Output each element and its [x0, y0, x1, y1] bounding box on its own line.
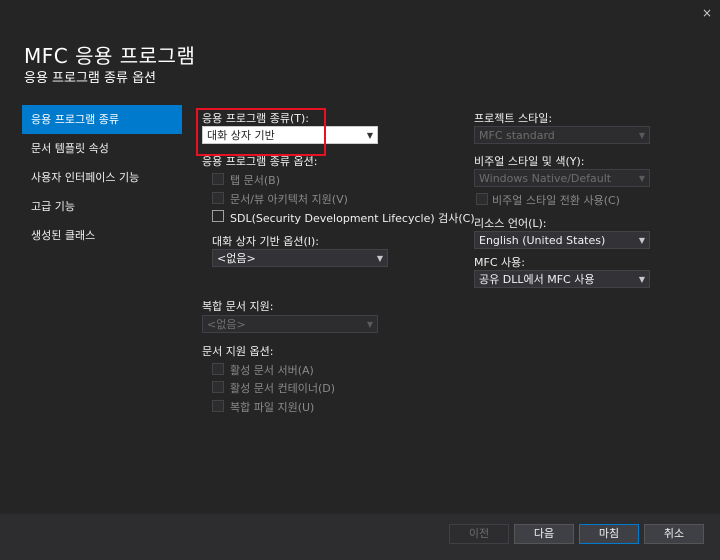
visual-style-select[interactable]: Windows Native/Default ▼ [474, 169, 650, 187]
active-doc-server-label: 활성 문서 서버(A) [230, 364, 314, 377]
compound-doc-value: <없음> [207, 318, 246, 331]
mfc-use-label: MFC 사용: [474, 256, 525, 269]
sdl-check-checkbox[interactable] [212, 210, 224, 222]
project-style-value: MFC standard [479, 129, 555, 142]
resource-language-select[interactable]: English (United States) ▼ [474, 231, 650, 249]
finish-button[interactable]: 마침 [579, 524, 639, 544]
resource-language-value: English (United States) [479, 234, 606, 247]
dialog-options-value: <없음> [217, 252, 256, 265]
cancel-button[interactable]: 취소 [644, 524, 704, 544]
sdl-check-label: SDL(Security Development Lifecycle) 검사(C… [230, 212, 475, 225]
docview-checkbox[interactable] [212, 192, 224, 204]
active-doc-server-checkbox[interactable] [212, 363, 224, 375]
project-style-label: 프로젝트 스타일: [474, 112, 553, 125]
sidebar-item-app-type[interactable]: 응용 프로그램 종류 [22, 105, 182, 134]
visual-style-toggle-checkbox[interactable] [476, 193, 488, 205]
sidebar-item-ui-features[interactable]: 사용자 인터페이스 기능 [22, 163, 182, 192]
compound-file-label: 복합 파일 지원(U) [230, 401, 315, 414]
window-title: MFC 응용 프로그램 [24, 44, 196, 68]
compound-file-checkbox[interactable] [212, 400, 224, 412]
active-doc-container-label: 활성 문서 컨테이너(D) [230, 382, 336, 395]
chevron-down-icon: ▼ [638, 236, 645, 245]
chevron-down-icon: ▼ [376, 254, 383, 263]
sidebar-item-generated-classes[interactable]: 생성된 클래스 [22, 221, 182, 250]
compound-doc-label: 복합 문서 지원: [202, 300, 274, 313]
chevron-down-icon: ▼ [366, 131, 373, 140]
chevron-down-icon: ▼ [638, 174, 645, 183]
next-button[interactable]: 다음 [514, 524, 574, 544]
compound-doc-select[interactable]: <없음> ▼ [202, 315, 378, 333]
project-style-select[interactable]: MFC standard ▼ [474, 126, 650, 144]
active-doc-container-checkbox[interactable] [212, 381, 224, 393]
docview-label: 문서/뷰 아키텍처 지원(V) [230, 193, 348, 206]
dialog-options-label: 대화 상자 기반 옵션(I): [212, 235, 319, 248]
sidebar-nav: 응용 프로그램 종류 문서 템플릿 속성 사용자 인터페이스 기능 고급 기능 … [22, 105, 182, 250]
prev-button[interactable]: 이전 [449, 524, 509, 544]
highlight-box [196, 108, 326, 156]
chevron-down-icon: ▼ [366, 320, 373, 329]
sidebar-item-advanced[interactable]: 고급 기능 [22, 192, 182, 221]
mfc-use-select[interactable]: 공유 DLL에서 MFC 사용 ▼ [474, 270, 650, 288]
visual-style-value: Windows Native/Default [479, 172, 612, 185]
doc-support-label: 문서 지원 옵션: [202, 345, 274, 358]
sidebar-item-doc-template[interactable]: 문서 템플릿 속성 [22, 134, 182, 163]
visual-style-label: 비주얼 스타일 및 색(Y): [474, 155, 585, 168]
dialog-options-select[interactable]: <없음> ▼ [212, 249, 388, 267]
tabbed-docs-label: 탭 문서(B) [230, 174, 280, 187]
chevron-down-icon: ▼ [638, 275, 645, 284]
visual-style-toggle-label: 비주얼 스타일 전환 사용(C) [492, 194, 620, 207]
tabbed-docs-checkbox[interactable] [212, 173, 224, 185]
mfc-use-value: 공유 DLL에서 MFC 사용 [479, 273, 595, 286]
resource-language-label: 리소스 언어(L): [474, 217, 547, 230]
close-icon[interactable]: × [700, 6, 714, 20]
window-subtitle: 응용 프로그램 종류 옵션 [24, 71, 156, 86]
chevron-down-icon: ▼ [638, 131, 645, 140]
